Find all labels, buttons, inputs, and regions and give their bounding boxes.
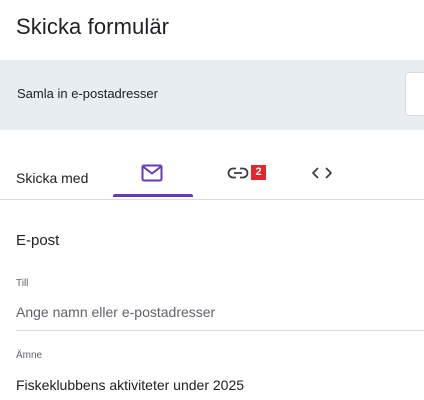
subject-field[interactable] xyxy=(16,372,424,398)
tabs-divider xyxy=(0,199,424,200)
subject-field-label: Ämne xyxy=(16,350,43,361)
to-field-label: Till xyxy=(16,278,29,289)
collect-emails-label: Samla in e-postadresser xyxy=(17,86,158,101)
mail-icon xyxy=(141,164,163,182)
send-via-row: Skicka med 2 xyxy=(0,152,424,199)
collect-emails-bar: Samla in e-postadresser xyxy=(0,60,424,130)
to-field-underline xyxy=(16,330,424,331)
code-icon xyxy=(312,167,332,179)
email-section-title: E-post xyxy=(16,232,60,249)
send-via-label: Skicka med xyxy=(16,170,89,186)
tab-link[interactable]: 2 xyxy=(203,152,283,198)
send-form-dialog: Skicka formulär Samla in e-postadresser … xyxy=(0,0,424,400)
selected-tab-indicator xyxy=(113,194,193,197)
link-icon xyxy=(227,167,249,179)
tab-embed[interactable] xyxy=(283,152,363,198)
tab-email[interactable] xyxy=(113,152,193,198)
dialog-title: Skicka formulär xyxy=(16,14,170,39)
link-tab-badge: 2 xyxy=(251,165,266,180)
to-field[interactable] xyxy=(16,299,424,325)
collect-emails-select[interactable] xyxy=(405,72,424,116)
